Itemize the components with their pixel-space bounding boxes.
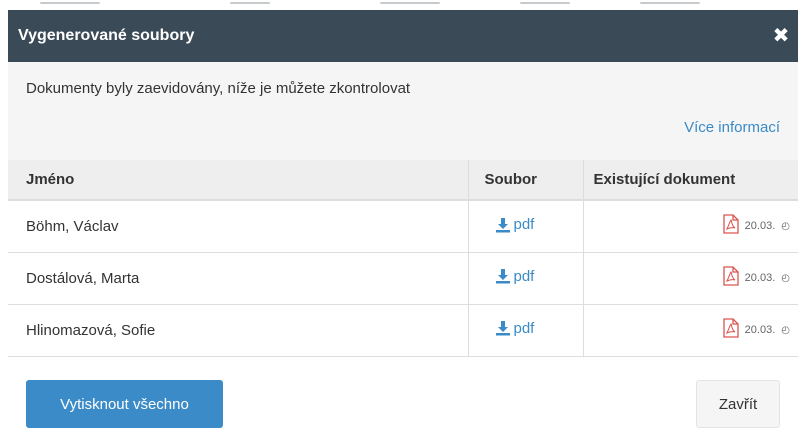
intro-text: Dokumenty byly zaevidovány, níže je může… [26, 80, 411, 97]
existing-document-link[interactable]: 20.03. ◴ [723, 266, 790, 290]
download-pdf-link[interactable]: pdf [495, 267, 535, 285]
download-pdf-link[interactable]: pdf [495, 216, 535, 233]
person-name: Dostálová, Marta [8, 252, 468, 305]
existing-document-date: 20.03. [744, 220, 776, 233]
print-all-button[interactable]: Vytisknout všechno [26, 380, 223, 428]
table-row: Böhm, Václav pdf 20.03. ◴ [8, 200, 798, 253]
existing-document-date: 20.03. [744, 272, 776, 284]
table-header-row: Jméno Soubor Existující dokument [8, 160, 798, 201]
existing-document-link[interactable]: 20.03. ◴ [723, 318, 790, 342]
more-info-link[interactable]: Více informací [684, 119, 780, 136]
dialog-title: Vygenerované soubory [18, 27, 195, 44]
background-fragment [520, 2, 570, 4]
files-table: Jméno Soubor Existující dokument Böhm, V… [8, 160, 798, 357]
download-label: pdf [513, 216, 535, 233]
download-icon [495, 268, 511, 284]
pdf-file-icon [723, 214, 739, 238]
close-icon[interactable]: ✖ [770, 26, 792, 46]
column-header-file: Soubor [467, 160, 583, 201]
table-row: Hlinomazová, Sofie pdf 20.03. ◴ [8, 304, 798, 357]
person-name: Böhm, Václav [8, 200, 468, 253]
download-icon [495, 320, 511, 336]
existing-document-date: 20.03. [744, 324, 776, 336]
existing-document-link[interactable]: 20.03. ◴ [723, 214, 790, 238]
download-icon [495, 217, 511, 233]
background-fragment [230, 2, 270, 4]
clock-icon: ◴ [781, 324, 790, 336]
clock-icon: ◴ [781, 220, 790, 232]
dialog-header: Vygenerované soubory ✖ [8, 10, 798, 62]
person-name: Hlinomazová, Sofie [8, 304, 468, 357]
generated-files-dialog: Vygenerované soubory ✖ Dokumenty byly za… [8, 10, 798, 446]
dialog-intro: Dokumenty byly zaevidovány, níže je může… [8, 62, 798, 160]
download-pdf-link[interactable]: pdf [495, 319, 535, 337]
dialog-footer: Vytisknout všechno Zavřít [8, 376, 798, 434]
background-fragment [640, 2, 700, 4]
column-header-existing: Existující dokument [582, 160, 798, 201]
pdf-file-icon [723, 266, 739, 290]
close-button[interactable]: Zavřít [696, 380, 780, 428]
clock-icon: ◴ [781, 272, 790, 284]
download-label: pdf [513, 267, 535, 285]
column-header-name: Jméno [8, 160, 468, 201]
background-fragment [40, 2, 100, 4]
download-label: pdf [513, 319, 535, 337]
pdf-file-icon [723, 318, 739, 342]
background-fragment [380, 2, 440, 4]
table-row: Dostálová, Marta pdf 20.03. ◴ [8, 252, 798, 305]
background-page-strip [0, 0, 798, 10]
